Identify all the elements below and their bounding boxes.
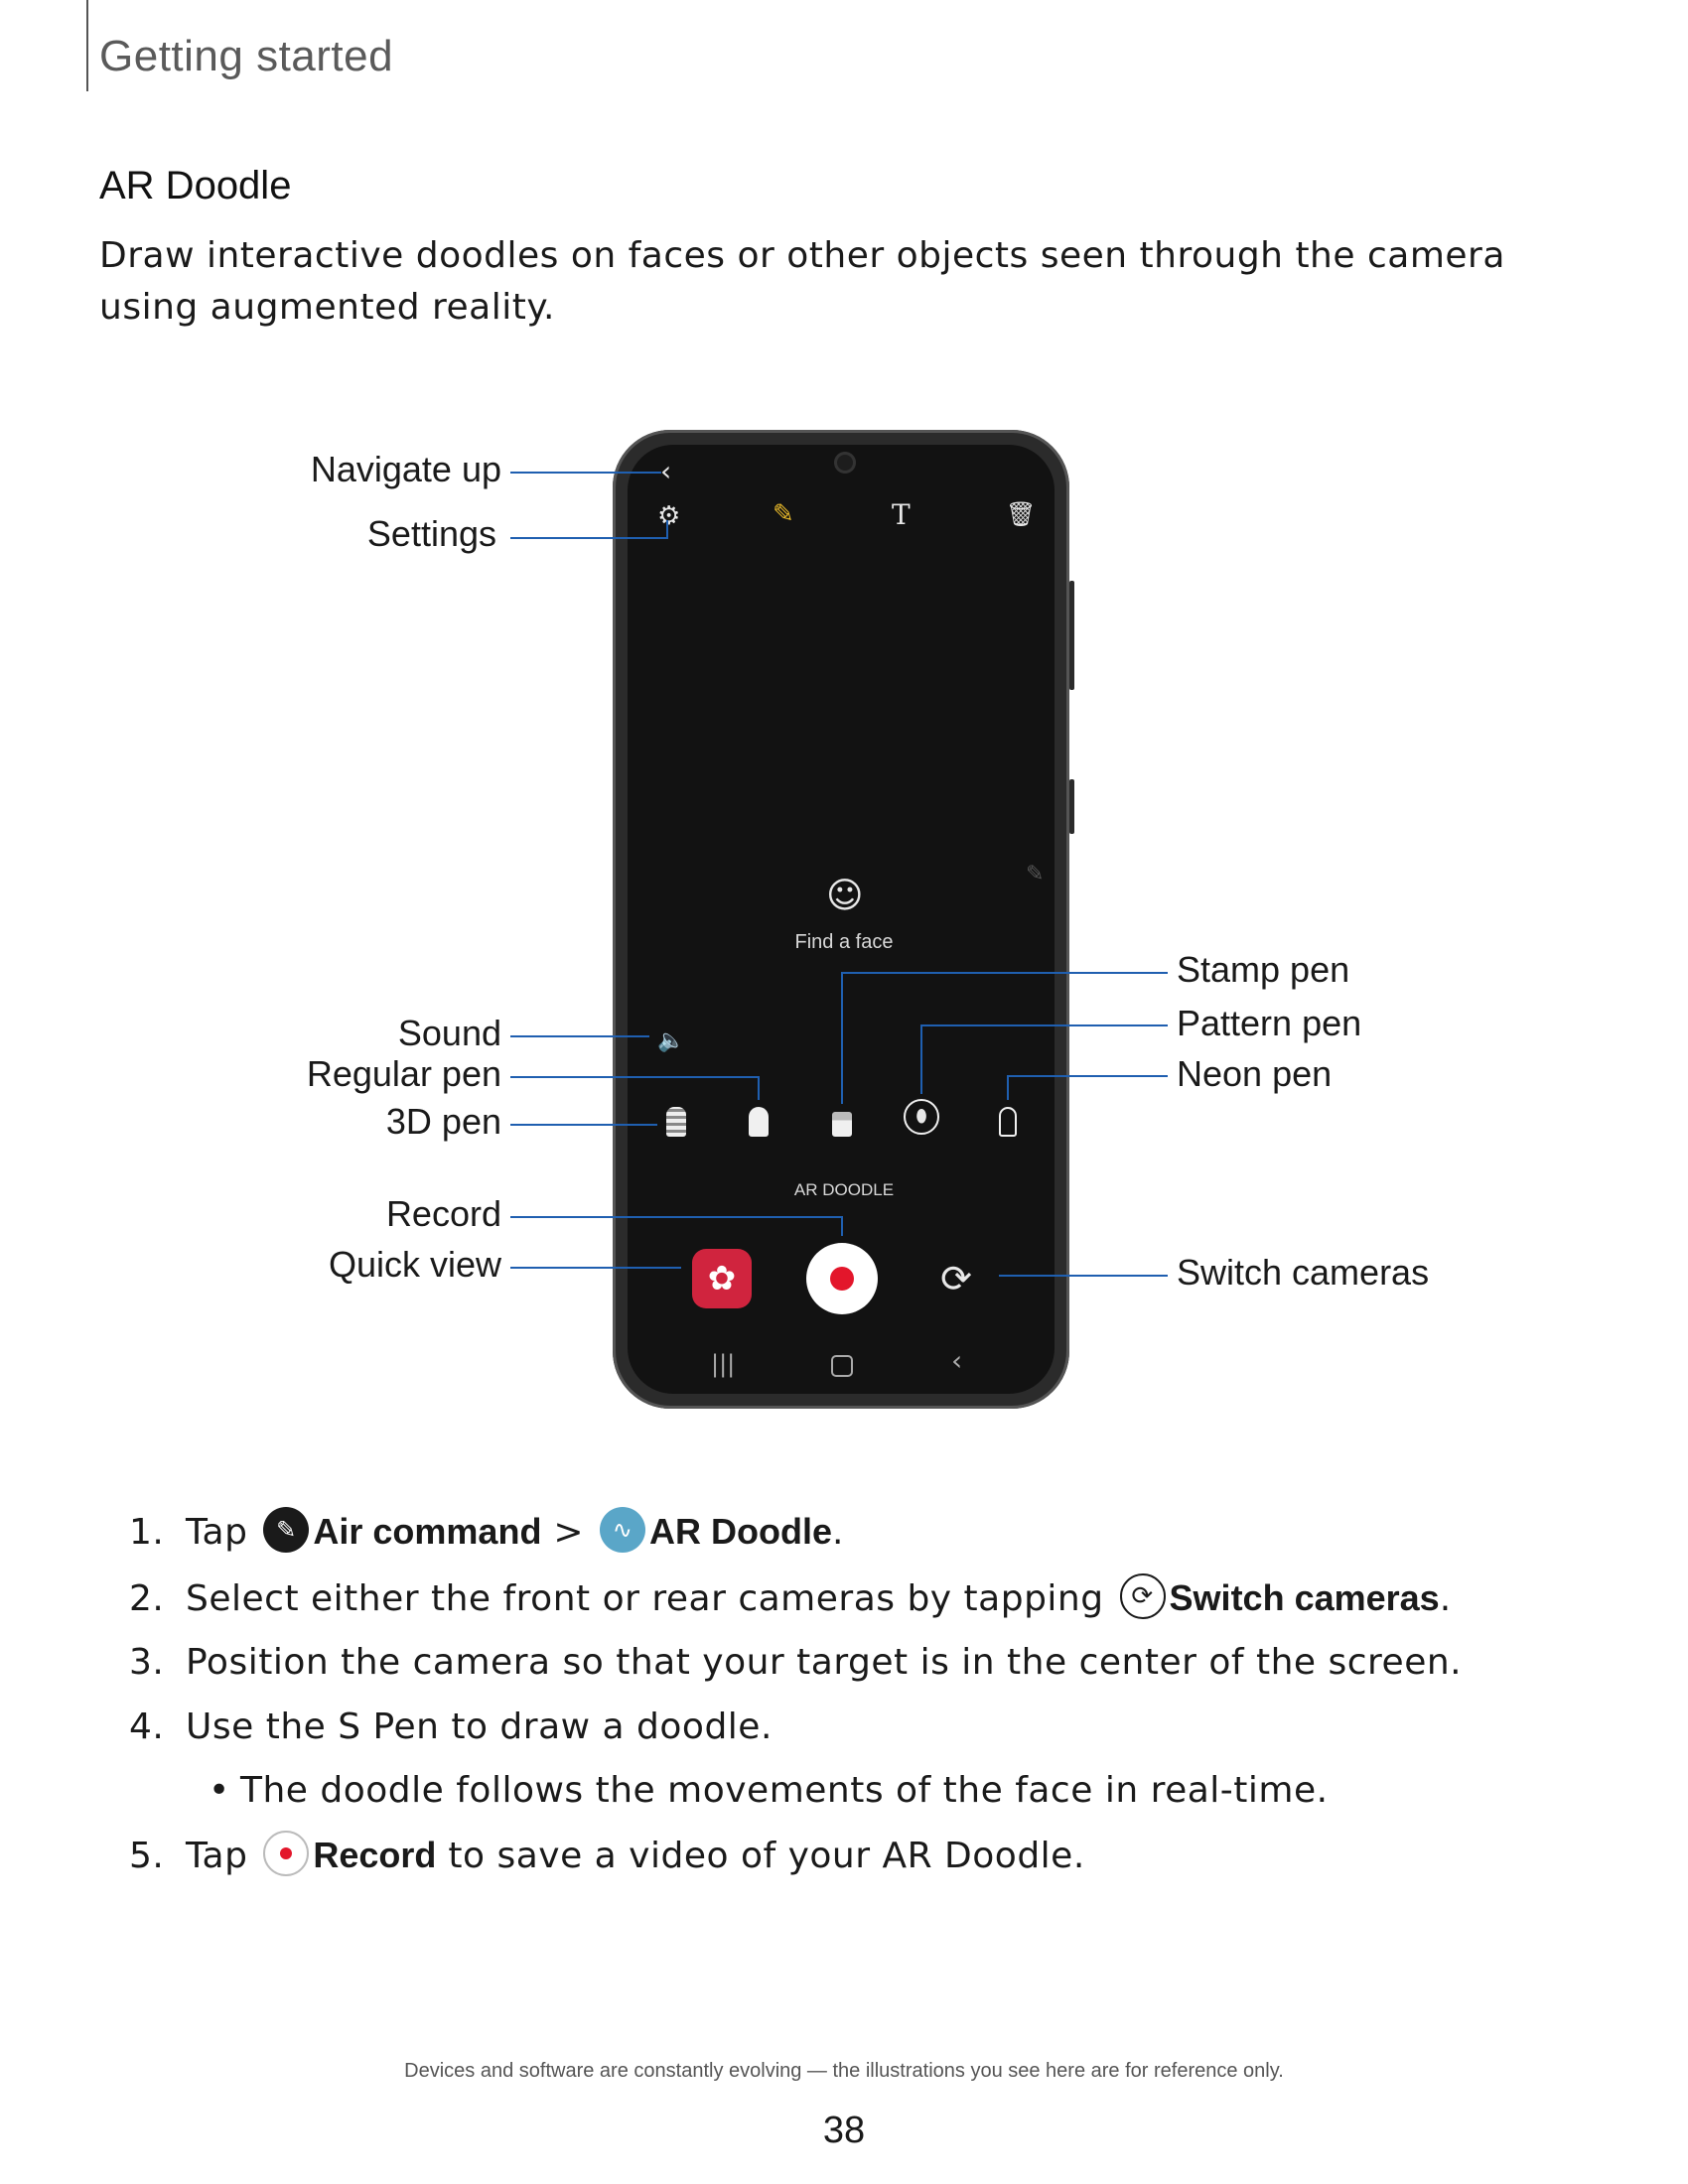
step-period: . (832, 1512, 844, 1553)
step-4-bullet: • The doodle follows the movements of the… (209, 1770, 1329, 1811)
step-text-post: to save a video of your AR Doodle. (436, 1836, 1085, 1876)
step-number: 3. (129, 1642, 165, 1683)
callout-stamp-pen: Stamp pen (1177, 949, 1350, 990)
step-separator: > (541, 1512, 596, 1553)
ar-doodle-icon: ∿ (600, 1507, 645, 1553)
switch-cameras-label: Switch cameras (1169, 1577, 1440, 1618)
step-text: Tap (186, 1836, 260, 1876)
ar-doodle-label: AR Doodle (649, 1511, 832, 1552)
step-number: 1. (129, 1512, 165, 1553)
step-number: 5. (129, 1836, 165, 1876)
bullet-icon: • (209, 1770, 230, 1811)
callout-settings: Settings (366, 513, 496, 554)
callout-regular-pen: Regular pen (306, 1053, 501, 1094)
callout-switch-cameras: Switch cameras (1177, 1252, 1430, 1293)
step-number: 4. (129, 1706, 165, 1747)
step-5: 5. Tap Record to save a video of your AR … (129, 1831, 1085, 1880)
callout-navigate-up: Navigate up (310, 449, 501, 489)
step-text: Use the S Pen to draw a doodle. (186, 1706, 773, 1747)
callout-record: Record (385, 1193, 501, 1234)
callout-quick-view: Quick view (328, 1244, 501, 1285)
air-command-icon: ✎ (263, 1507, 310, 1553)
step-1: 1. Tap ✎ Air command > ∿ AR Doodle. (129, 1507, 844, 1557)
step-2: 2. Select either the front or rear camera… (129, 1573, 1452, 1623)
callout-sound: Sound (397, 1013, 501, 1053)
bullet-text: The doodle follows the movements of the … (240, 1770, 1329, 1811)
step-text: Select either the front or rear cameras … (186, 1578, 1116, 1619)
callout-3d-pen: 3D pen (385, 1101, 501, 1142)
page-number: 38 (822, 2110, 866, 2151)
step-text: Position the camera so that your target … (186, 1642, 1463, 1683)
step-text: Tap (186, 1512, 260, 1553)
step-3: 3. Position the camera so that your targe… (129, 1642, 1462, 1683)
callout-neon-pen: Neon pen (1177, 1053, 1333, 1094)
record-label: Record (313, 1835, 437, 1875)
record-inline-dot (280, 1847, 293, 1859)
step-period: . (1439, 1578, 1452, 1619)
footer-note: Devices and software are constantly evol… (404, 2060, 1284, 2082)
record-inline-icon (263, 1831, 310, 1876)
step-number: 2. (129, 1578, 165, 1619)
air-command-label: Air command (313, 1511, 542, 1552)
switch-cameras-inline-icon: ⟳ (1119, 1573, 1166, 1619)
step-4: 4. Use the S Pen to draw a doodle. (129, 1706, 773, 1747)
callout-pattern-pen: Pattern pen (1177, 1003, 1362, 1043)
